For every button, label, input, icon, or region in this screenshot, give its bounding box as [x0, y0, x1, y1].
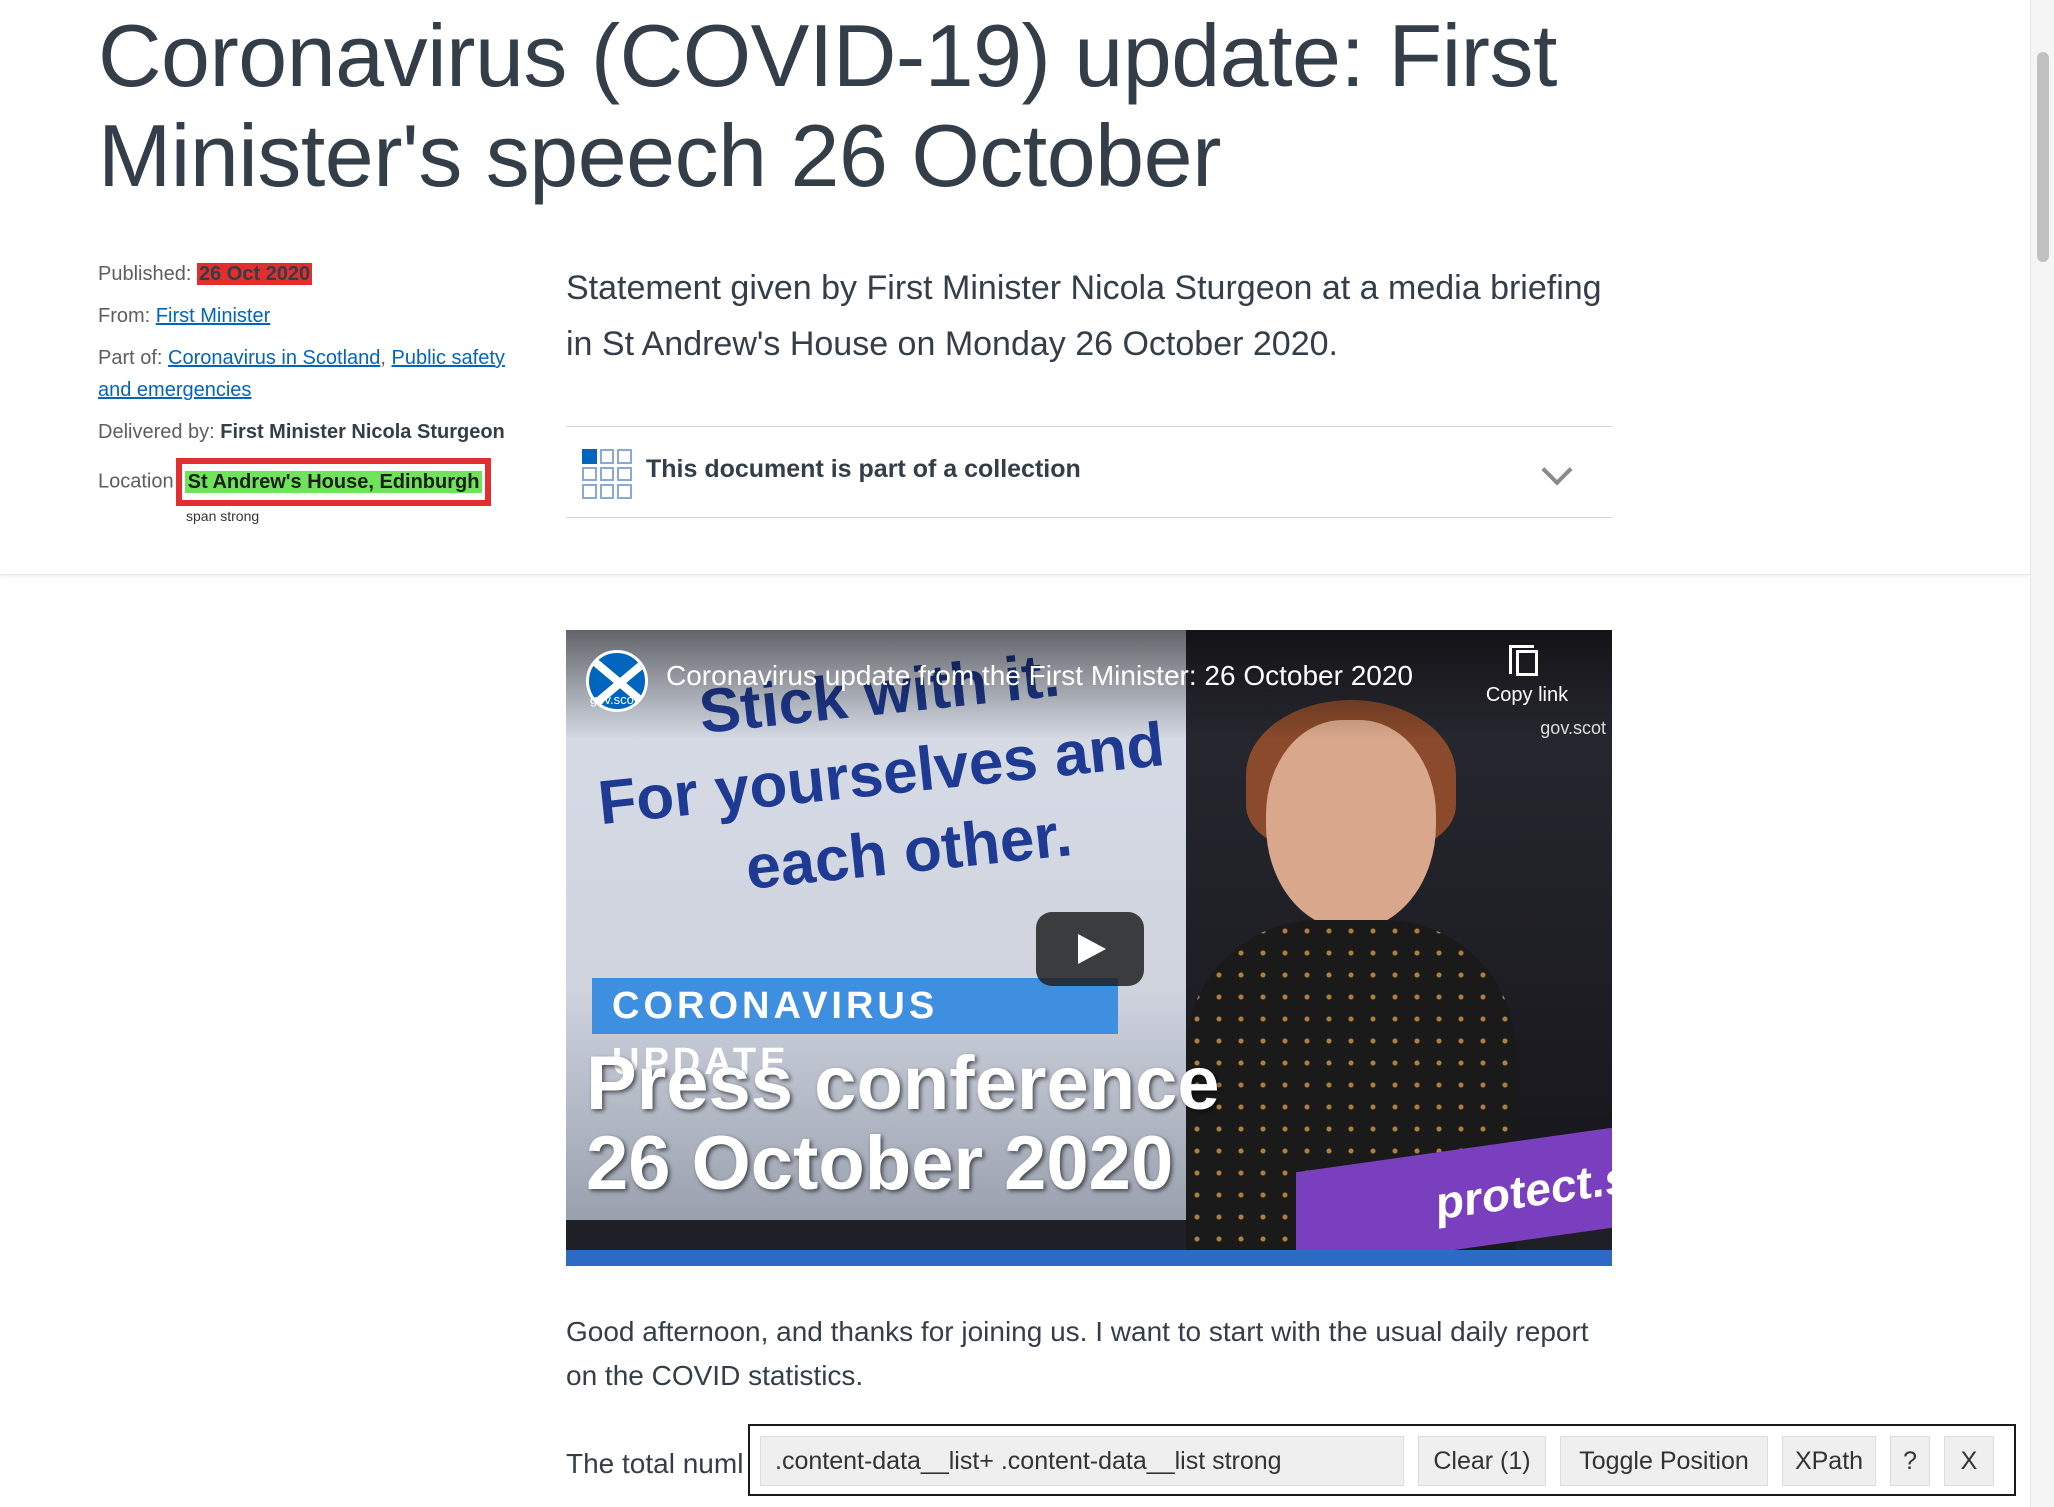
copy-icon [1509, 645, 1538, 676]
part-of-label: Part of: [98, 347, 163, 369]
location-highlight-box[interactable]: St Andrew's House, Edinburgh [175, 458, 492, 506]
metadata-list: Published: 26 Oct 2020 From: First Minis… [98, 258, 518, 516]
video-title[interactable]: Coronavirus update from the First Minist… [666, 660, 1413, 692]
meta-published: Published: 26 Oct 2020 [98, 258, 518, 290]
meta-location: Location St Andrew's House, Edinburgh [98, 458, 518, 506]
page: Coronavirus (COVID-19) update: First Min… [0, 0, 2030, 1507]
part-of-link-coronavirus[interactable]: Coronavirus in Scotland [168, 347, 380, 369]
copy-link-label: Copy link [1485, 684, 1569, 706]
from-label: From: [98, 305, 151, 327]
coronavirus-update-banner: CORONAVIRUS UPDATE [592, 978, 1118, 1083]
published-date[interactable]: 26 Oct 2020 [196, 263, 313, 285]
chevron-down-icon[interactable] [1541, 454, 1573, 486]
press-line-2: 26 October 2020 [586, 1121, 1174, 1206]
page-summary: Statement given by First Minister Nicola… [566, 269, 1602, 363]
scrollbar-thumb[interactable] [2037, 52, 2049, 262]
body-paragraph: Good afternoon, and thanks for joining u… [566, 1316, 1589, 1391]
meta-delivered: Delivered by: First Minister Nicola Stur… [98, 416, 518, 448]
xpath-button[interactable]: XPath [1782, 1436, 1876, 1486]
header-band: Coronavirus (COVID-19) update: First Min… [0, 0, 2030, 575]
copy-link-button[interactable]: Copy link [1472, 645, 1582, 707]
selector-hint-label: span strong [186, 508, 260, 524]
meta-part-of: Part of: Coronavirus in Scotland, Public… [98, 342, 518, 406]
collection-accordion[interactable]: This document is part of a collection [566, 426, 1612, 518]
from-link[interactable]: First Minister [156, 305, 270, 327]
published-label: Published: [98, 263, 192, 285]
part-of-separator: , [380, 347, 386, 369]
vertical-scrollbar[interactable] [2030, 0, 2054, 1507]
video-watermark: gov.scot [1540, 718, 1606, 738]
selector-gadget-toolbar: .content-data__list+ .content-data__list… [748, 1424, 2016, 1496]
toggle-position-button[interactable]: Toggle Position [1560, 1436, 1768, 1486]
play-icon[interactable] [1036, 912, 1144, 986]
meta-from: From: First Minister [98, 300, 518, 332]
location-value[interactable]: St Andrew's House, Edinburgh [182, 469, 485, 495]
channel-logo-text: gov.scot [590, 692, 638, 707]
collection-title: This document is part of a collection [646, 455, 1081, 483]
help-button[interactable]: ? [1890, 1436, 1930, 1486]
page-title: Coronavirus (COVID-19) update: First Min… [98, 6, 1557, 205]
delivered-value: First Minister Nicola Sturgeon [220, 421, 505, 443]
delivered-label: Delivered by: [98, 421, 215, 443]
video-player[interactable]: Stick with it. For yourselves and each o… [566, 630, 1612, 1266]
video-progress-bar [566, 1250, 1612, 1266]
clear-button[interactable]: Clear (1) [1418, 1436, 1546, 1486]
location-label: Location [98, 470, 174, 493]
press-line-1: Press conference [586, 1041, 1220, 1126]
close-button[interactable]: X [1944, 1436, 1994, 1486]
grid-icon [582, 449, 632, 499]
press-conference-title: Press conference 26 October 2020 [586, 1044, 1220, 1204]
css-selector-input[interactable]: .content-data__list+ .content-data__list… [760, 1436, 1404, 1486]
